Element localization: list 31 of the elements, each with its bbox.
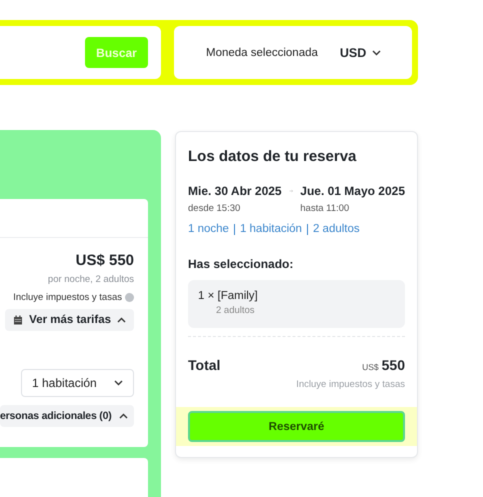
room-price: US$ 550 xyxy=(76,252,134,269)
stay-link[interactable]: 1 noche xyxy=(188,223,229,235)
total-note: Incluye impuestos y tasas xyxy=(295,379,405,390)
taxes-note: Incluye impuestos y tasas xyxy=(13,292,122,303)
extra-people-button[interactable]: ersonas adicionales (0) xyxy=(0,405,134,427)
chevron-down-icon xyxy=(114,380,123,386)
calendar-icon xyxy=(13,315,24,325)
caret-icon xyxy=(117,317,126,323)
check-in-time: desde 15:30 xyxy=(188,203,242,214)
more-rates-button[interactable]: Ver más tarifas xyxy=(5,309,134,331)
stay-link[interactable]: 1 habitación xyxy=(240,223,302,235)
caret-icon xyxy=(119,413,128,419)
summary-title: Los datos de tu reserva xyxy=(188,148,358,165)
total-label: Total xyxy=(188,357,220,373)
selection-heading: Has seleccionado: xyxy=(188,257,294,271)
check-out-time: hasta 11:00 xyxy=(300,203,350,214)
rooms-select[interactable]: 1 habitación xyxy=(21,369,134,397)
check-in-date: Mie. 30 Abr 2025 xyxy=(188,184,282,198)
currency-dropdown[interactable]: USD xyxy=(340,46,382,60)
selected-room: 1 × [Family] xyxy=(198,290,259,302)
total-currency: US$ xyxy=(362,362,379,372)
currency-label: Moneda seleccionada xyxy=(206,46,318,58)
book-button[interactable]: Reservaré xyxy=(188,411,405,442)
total-amount: 550 xyxy=(382,357,405,373)
arrow-right-icon xyxy=(288,187,294,195)
price-note: por noche, 2 adultos xyxy=(48,274,134,285)
chevron-down-icon xyxy=(372,50,382,56)
check-out-date: Jue. 01 Mayo 2025 xyxy=(300,184,405,198)
info-icon[interactable] xyxy=(125,293,134,302)
selected-guests: 2 adultos xyxy=(215,305,256,316)
stay-link[interactable]: 2 adultos xyxy=(312,223,360,235)
